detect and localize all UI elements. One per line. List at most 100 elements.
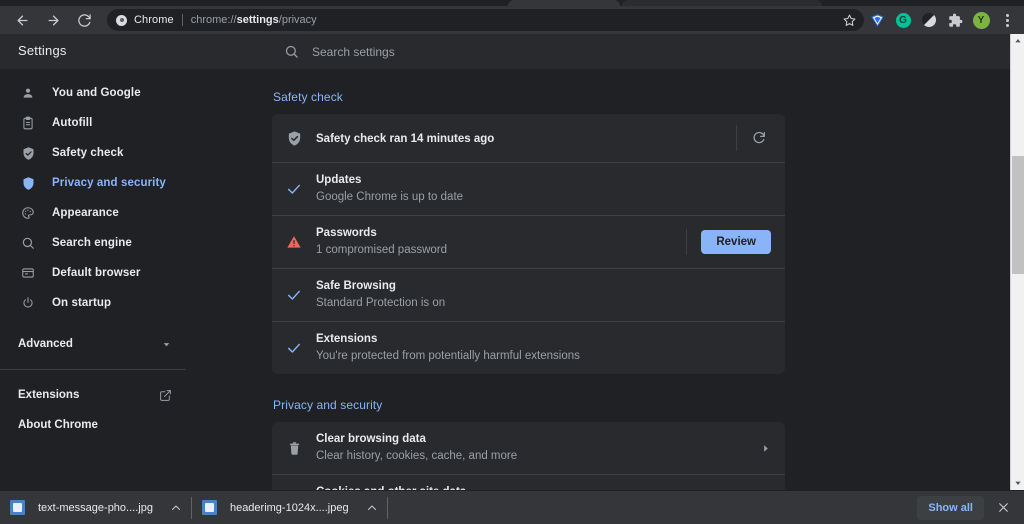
shield-check-icon bbox=[272, 130, 316, 147]
chrome-logo-icon bbox=[116, 14, 127, 26]
row-subtitle: 1 compromised password bbox=[316, 244, 448, 256]
chrome-menu-icon[interactable] bbox=[994, 7, 1020, 33]
row-title: Safe Browsing bbox=[316, 280, 396, 292]
sidebar-item-you-and-google[interactable]: You and Google bbox=[0, 78, 248, 108]
omnibox-chip-label: Chrome bbox=[134, 14, 174, 26]
row-subtitle: Google Chrome is up to date bbox=[316, 191, 464, 203]
safety-check-row-passwords[interactable]: Passwords 1 compromised password Review bbox=[272, 215, 785, 268]
download-filename: text-message-pho....jpg bbox=[38, 501, 153, 514]
clipboard-icon bbox=[18, 116, 38, 130]
privacy-card: Clear browsing data Clear history, cooki… bbox=[272, 422, 785, 490]
check-icon bbox=[272, 181, 316, 197]
search-icon bbox=[284, 44, 299, 59]
shield-icon bbox=[18, 176, 38, 191]
download-item[interactable]: text-message-pho....jpg bbox=[0, 491, 191, 524]
sidebar-item-label: You and Google bbox=[52, 87, 141, 99]
safety-check-heading: Safety check bbox=[273, 90, 343, 104]
sidebar-item-safety-check[interactable]: Safety check bbox=[0, 138, 248, 168]
browser-window: Chrome chrome://settings/privacy G Y Set… bbox=[0, 0, 1024, 524]
external-link-icon bbox=[159, 389, 172, 402]
safety-check-row-safe-browsing[interactable]: Safe Browsing Standard Protection is on bbox=[272, 268, 785, 321]
scroll-down-icon[interactable] bbox=[1011, 476, 1024, 490]
extension-gray-icon[interactable] bbox=[916, 7, 942, 33]
show-all-button[interactable]: Show all bbox=[917, 495, 984, 520]
sidebar-item-label: About Chrome bbox=[18, 419, 98, 431]
row-subtitle: You're protected from potentially harmfu… bbox=[316, 350, 580, 362]
safety-check-status-text: Safety check ran 14 minutes ago bbox=[316, 120, 736, 157]
chevron-down-icon bbox=[161, 339, 172, 350]
browser-toolbar: Chrome chrome://settings/privacy G Y bbox=[0, 6, 1024, 34]
extensions-puzzle-icon[interactable] bbox=[942, 7, 968, 33]
avatar-initial: Y bbox=[972, 11, 990, 29]
profile-avatar[interactable]: Y bbox=[968, 7, 994, 33]
sidebar-item-label: Search engine bbox=[52, 237, 132, 249]
grammarly-icon[interactable]: G bbox=[890, 7, 916, 33]
search-input[interactable] bbox=[312, 44, 784, 59]
download-item[interactable]: headerimg-1024x....jpeg bbox=[192, 491, 387, 524]
refresh-icon[interactable] bbox=[751, 130, 771, 146]
chevron-up-icon[interactable] bbox=[359, 495, 385, 521]
safety-check-row-updates[interactable]: Updates Google Chrome is up to date bbox=[272, 162, 785, 215]
person-icon bbox=[18, 86, 38, 100]
image-file-icon bbox=[201, 500, 217, 515]
address-bar[interactable]: Chrome chrome://settings/privacy bbox=[107, 9, 864, 31]
browser-window-icon bbox=[18, 266, 38, 280]
close-icon[interactable] bbox=[990, 495, 1016, 521]
extension-shield-icon[interactable] bbox=[864, 7, 890, 33]
sidebar-item-default-browser[interactable]: Default browser bbox=[0, 258, 248, 288]
settings-page: Settings You and Google Autofill bbox=[0, 34, 1010, 490]
privacy-row-cookies[interactable]: Cookies and other site data Third-party … bbox=[272, 474, 785, 490]
check-icon bbox=[272, 287, 316, 303]
grammarly-glyph: G bbox=[895, 12, 911, 28]
sidebar-item-privacy-and-security[interactable]: Privacy and security bbox=[0, 168, 248, 198]
scrollbar-thumb[interactable] bbox=[1012, 156, 1024, 274]
review-button[interactable]: Review bbox=[701, 230, 771, 254]
row-title: Passwords bbox=[316, 227, 377, 239]
settings-search[interactable] bbox=[272, 34, 784, 69]
settings-main: Safety check Safety check ran 14 minutes… bbox=[248, 69, 1010, 490]
safety-check-status-row: Safety check ran 14 minutes ago bbox=[272, 114, 785, 162]
sidebar-item-search-engine[interactable]: Search engine bbox=[0, 228, 248, 258]
sidebar-item-about-chrome[interactable]: About Chrome bbox=[0, 410, 248, 440]
back-icon[interactable] bbox=[9, 7, 35, 33]
page-scrollbar[interactable] bbox=[1010, 34, 1024, 490]
reload-icon[interactable] bbox=[71, 7, 97, 33]
settings-sidebar: You and Google Autofill Safety check Pri… bbox=[0, 69, 248, 490]
palette-icon bbox=[18, 206, 38, 220]
sidebar-item-advanced[interactable]: Advanced bbox=[0, 329, 248, 359]
sidebar-item-appearance[interactable]: Appearance bbox=[0, 198, 248, 228]
sidebar-item-on-startup[interactable]: On startup bbox=[0, 288, 248, 318]
safety-check-row-extensions[interactable]: Extensions You're protected from potenti… bbox=[272, 321, 785, 374]
row-title: Clear browsing data bbox=[316, 433, 426, 445]
sidebar-item-label: Extensions bbox=[18, 389, 80, 401]
row-divider bbox=[736, 125, 737, 151]
bookmark-star-icon[interactable] bbox=[843, 14, 856, 27]
check-icon bbox=[272, 340, 316, 356]
toolbar-icons: G Y bbox=[864, 7, 1024, 33]
chevron-right-icon bbox=[760, 443, 771, 454]
omnibox-divider bbox=[181, 14, 183, 26]
download-filename: headerimg-1024x....jpeg bbox=[229, 501, 349, 514]
sidebar-item-label: Safety check bbox=[52, 147, 124, 159]
row-title: Extensions bbox=[316, 333, 378, 345]
sidebar-bottom: Extensions About Chrome bbox=[0, 370, 248, 440]
chevron-up-icon[interactable] bbox=[163, 495, 189, 521]
shield-check-icon bbox=[18, 146, 38, 161]
scroll-up-icon[interactable] bbox=[1011, 34, 1024, 48]
forward-icon[interactable] bbox=[40, 7, 66, 33]
row-subtitle: Clear history, cookies, cache, and more bbox=[316, 450, 518, 462]
trash-icon bbox=[272, 441, 316, 456]
row-divider bbox=[686, 229, 688, 255]
sidebar-item-autofill[interactable]: Autofill bbox=[0, 108, 248, 138]
sidebar-item-label: On startup bbox=[52, 297, 112, 309]
privacy-row-clear-browsing-data[interactable]: Clear browsing data Clear history, cooki… bbox=[272, 422, 785, 474]
download-bar-actions: Show all bbox=[917, 495, 1024, 521]
settings-header: Settings bbox=[0, 34, 1010, 69]
safety-check-card: Safety check ran 14 minutes ago Updates … bbox=[272, 114, 785, 374]
sidebar-item-label: Default browser bbox=[52, 267, 141, 279]
row-title: Updates bbox=[316, 174, 362, 186]
power-icon bbox=[18, 296, 38, 310]
sidebar-item-extensions[interactable]: Extensions bbox=[0, 380, 248, 410]
safety-check-status-title: Safety check ran 14 minutes ago bbox=[316, 132, 495, 145]
row-subtitle: Standard Protection is on bbox=[316, 297, 446, 309]
